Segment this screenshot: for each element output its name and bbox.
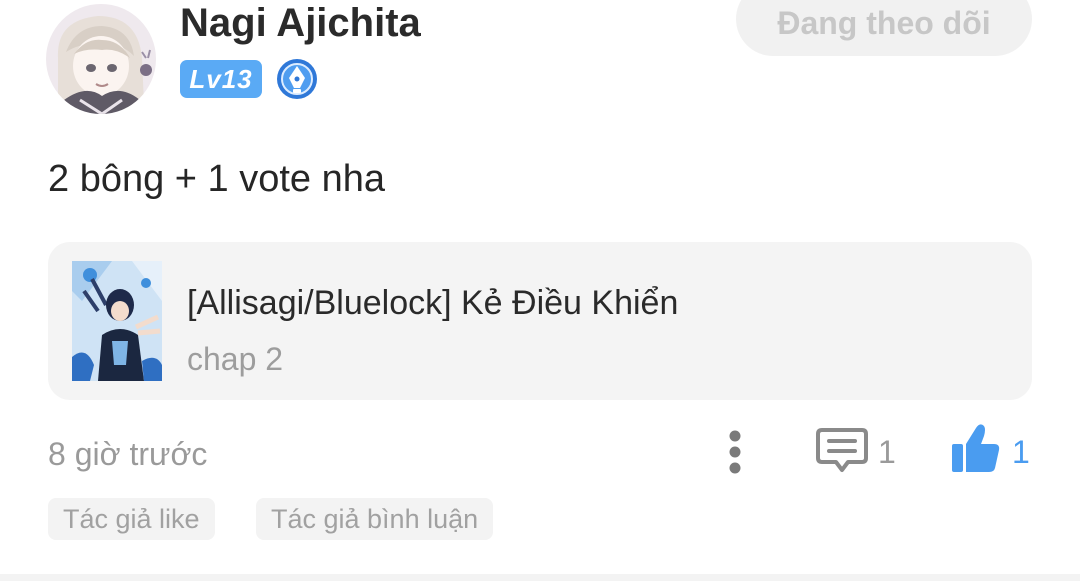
like-button[interactable]: 1: [950, 422, 1040, 480]
comment-bubble-icon: [816, 428, 868, 472]
section-divider: [0, 574, 1080, 581]
story-card[interactable]: [Allisagi/Bluelock] Kẻ Điều Khiển chap 2: [48, 242, 1032, 400]
tag-author-replied: Tác giả bình luận: [256, 498, 494, 540]
story-title[interactable]: [Allisagi/Bluelock] Kẻ Điều Khiển: [187, 282, 678, 324]
tag-author-liked: Tác giả like: [48, 498, 215, 540]
reply-button[interactable]: 1: [816, 424, 906, 480]
thumbs-up-icon: [952, 424, 1000, 472]
comment-body: 2 bông + 1 vote nha: [48, 158, 386, 200]
story-cover-image: [72, 261, 162, 381]
more-vertical-icon[interactable]: [718, 426, 752, 478]
level-badge: Lv13: [180, 60, 262, 98]
author-name[interactable]: Nagi Ajichita: [180, 0, 421, 46]
like-count: 1: [1012, 434, 1030, 470]
story-chapter: chap 2: [187, 341, 284, 377]
author-avatar[interactable]: [46, 4, 156, 114]
following-button[interactable]: Đang theo dõi: [736, 0, 1032, 56]
comment-page: Nagi Ajichita Lv13 Đang theo dõi 2 bông …: [0, 0, 1080, 581]
comment-timestamp: 8 giờ trước: [48, 436, 208, 472]
pen-nib-badge-icon: [276, 58, 318, 100]
reply-count: 1: [878, 434, 896, 470]
